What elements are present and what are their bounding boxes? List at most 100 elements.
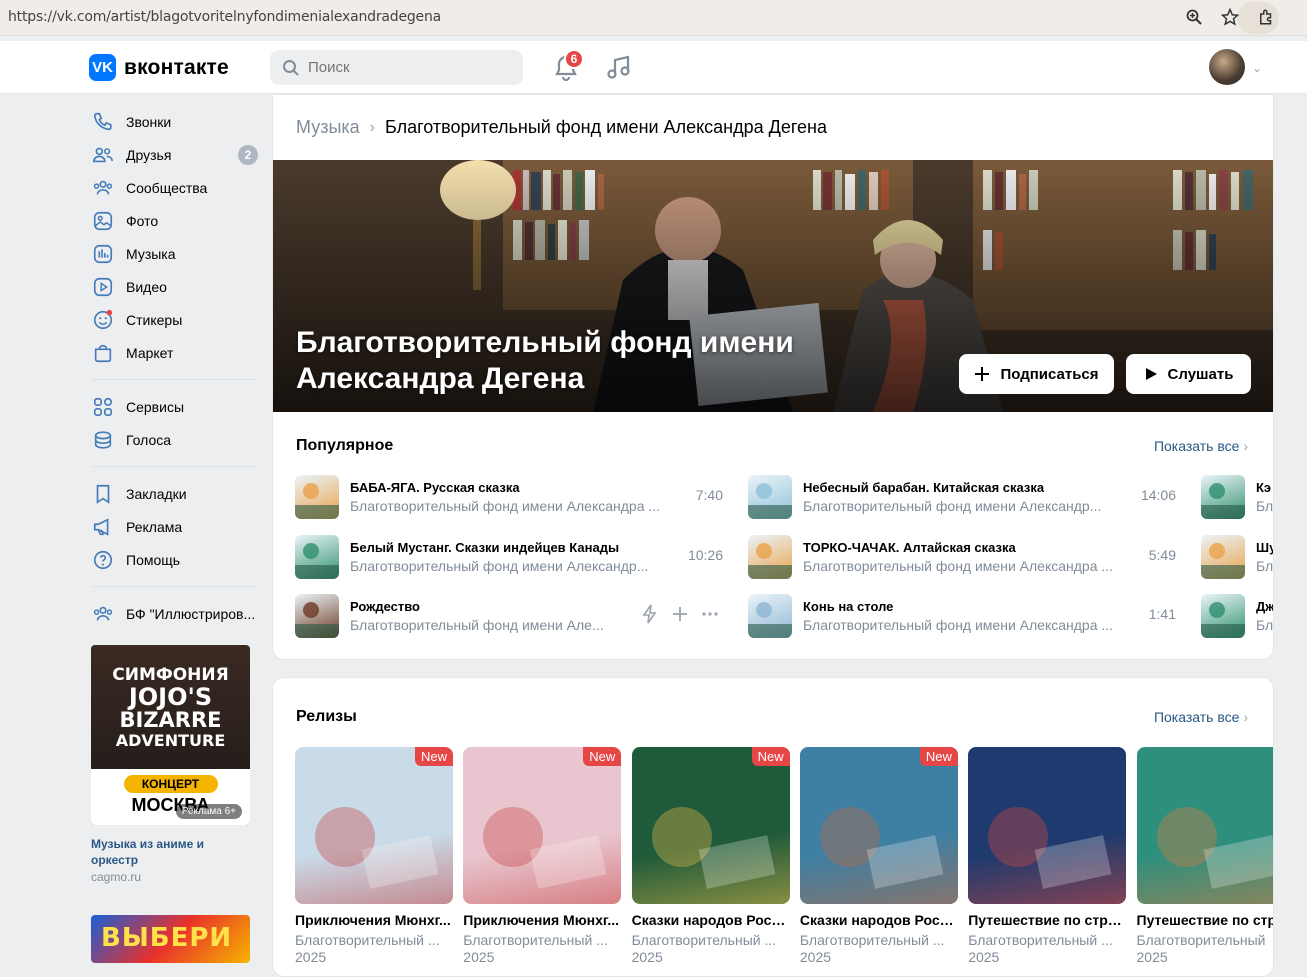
sidebar-item-photo[interactable]: Фото bbox=[88, 204, 260, 237]
release-title[interactable]: Сказки народов Росс... bbox=[800, 912, 958, 928]
track-row[interactable]: Шу Бл bbox=[1201, 533, 1273, 581]
release-artist[interactable]: Благотворительный ... bbox=[295, 932, 453, 948]
track-artist[interactable]: Благотворительный фонд имени Александра … bbox=[803, 617, 1121, 633]
sidebar-item-bookmark[interactable]: Закладки bbox=[88, 477, 260, 510]
track-cover[interactable] bbox=[295, 535, 339, 579]
track-title[interactable]: Рождество bbox=[350, 599, 612, 614]
sidebar-item-services[interactable]: Сервисы bbox=[88, 390, 260, 423]
track-row[interactable]: Дж Бл bbox=[1201, 592, 1273, 640]
sidebar-item-friends[interactable]: Друзья 2 bbox=[88, 138, 260, 171]
track-artist[interactable]: Бл bbox=[1256, 558, 1273, 574]
ad-banner-2[interactable]: ВЫБЕРИ bbox=[91, 915, 250, 963]
release-artist[interactable]: Благотворительный ... bbox=[463, 932, 621, 948]
release-item[interactable]: New Сказки народов Росс... Благотворительн… bbox=[799, 747, 958, 965]
track-title[interactable]: Белый Мустанг. Сказки индейцев Канады bbox=[350, 540, 668, 555]
release-title[interactable]: Приключения Мюнхг... bbox=[463, 912, 621, 928]
search-box[interactable] bbox=[270, 50, 523, 85]
release-cover[interactable]: New bbox=[463, 747, 622, 904]
vk-logo[interactable]: VK вконтакте bbox=[89, 54, 229, 81]
track-artist[interactable]: Благотворительный фонд имени Александра … bbox=[350, 498, 668, 514]
lightning-icon[interactable] bbox=[641, 604, 659, 624]
track-row[interactable]: Небесный барабан. Китайская сказка Благот… bbox=[748, 473, 1176, 521]
more-icon[interactable] bbox=[701, 611, 719, 617]
sidebar-item-group[interactable]: БФ "Иллюстриров... bbox=[88, 597, 260, 630]
user-avatar[interactable] bbox=[1209, 49, 1245, 85]
release-title[interactable]: Путешествие по стр bbox=[1137, 912, 1274, 928]
sidebar-item-help[interactable]: Помощь bbox=[88, 543, 260, 576]
subscribe-button[interactable]: Подписаться bbox=[959, 354, 1114, 394]
release-cover[interactable]: New bbox=[631, 747, 790, 904]
release-item[interactable]: New Сказки народов Росс... Благотворительн… bbox=[631, 747, 790, 965]
release-item[interactable]: Путешествие по стра... Благотворительный … bbox=[968, 747, 1127, 965]
track-cover[interactable] bbox=[748, 475, 792, 519]
extensions-icon[interactable] bbox=[1255, 6, 1277, 28]
release-item[interactable]: Путешествие по стр Благотворительный 2025 bbox=[1136, 747, 1274, 965]
track-row[interactable]: БАБА-ЯГА. Русская сказка Благотворительны… bbox=[295, 473, 723, 521]
release-cover[interactable] bbox=[968, 747, 1127, 904]
release-cover[interactable]: New bbox=[799, 747, 958, 904]
breadcrumb: Музыка › Благотворительный фонд имени Ал… bbox=[296, 117, 827, 138]
sidebar-item-label: Сообщества bbox=[126, 179, 208, 196]
track-title[interactable]: Конь на столе bbox=[803, 599, 1121, 614]
search-input[interactable] bbox=[308, 59, 508, 76]
sidebar-item-music[interactable]: Музыка bbox=[88, 237, 260, 270]
track-cover[interactable] bbox=[295, 475, 339, 519]
track-artist[interactable]: Благотворительный фонд имени Александра … bbox=[803, 558, 1121, 574]
add-icon[interactable] bbox=[671, 605, 689, 623]
sidebar-item-market[interactable]: Маркет bbox=[88, 336, 260, 369]
track-row[interactable]: ТОРКО-ЧАЧАК. Алтайская сказка Благотворит… bbox=[748, 533, 1176, 581]
track-cover[interactable] bbox=[748, 594, 792, 638]
ad-text[interactable]: Музыка из аниме и оркестр bbox=[91, 836, 251, 868]
sidebar-item-phone[interactable]: Звонки bbox=[88, 105, 260, 138]
chevron-down-icon[interactable]: ⌄ bbox=[1252, 61, 1262, 75]
popular-show-all-link[interactable]: Показать все › bbox=[1154, 438, 1248, 454]
track-cover[interactable] bbox=[295, 594, 339, 638]
track-cover[interactable] bbox=[1201, 475, 1245, 519]
track-artist[interactable]: Благотворительный фонд имени Александр..… bbox=[803, 498, 1121, 514]
address-bar[interactable]: https://vk.com/artist/blagotvoritelnyfon… bbox=[8, 9, 441, 25]
sidebar-item-votes[interactable]: Голоса bbox=[88, 423, 260, 456]
release-artist[interactable]: Благотворительный ... bbox=[968, 932, 1126, 948]
track-row[interactable]: Конь на столе Благотворительный фонд имен… bbox=[748, 592, 1176, 640]
release-item[interactable]: New Приключения Мюнхг... Благотворительный… bbox=[463, 747, 622, 965]
sidebar-item-stickers[interactable]: Стикеры bbox=[88, 303, 260, 336]
release-cover[interactable] bbox=[1136, 747, 1273, 904]
release-artist[interactable]: Благотворительный ... bbox=[632, 932, 790, 948]
track-artist[interactable]: Благотворительный фонд имени Але... bbox=[350, 617, 612, 633]
release-title[interactable]: Приключения Мюнхг... bbox=[295, 912, 453, 928]
release-cover[interactable]: New bbox=[295, 747, 453, 904]
ad-url[interactable]: cagmo.ru bbox=[91, 870, 141, 884]
star-bookmark-icon[interactable] bbox=[1219, 6, 1241, 28]
track-artist[interactable]: Бл bbox=[1256, 617, 1273, 633]
track-row[interactable]: Белый Мустанг. Сказки индейцев Канады Бла… bbox=[295, 533, 723, 581]
artist-card: Музыка › Благотворительный фонд имени Ал… bbox=[272, 94, 1274, 660]
track-title[interactable]: БАБА-ЯГА. Русская сказка bbox=[350, 480, 668, 495]
track-title[interactable]: Кэ bbox=[1256, 480, 1273, 495]
track-title[interactable]: Небесный барабан. Китайская сказка bbox=[803, 480, 1121, 495]
breadcrumb-music-link[interactable]: Музыка bbox=[296, 117, 360, 138]
track-row[interactable]: Рождество Благотворительный фонд имени Ал… bbox=[295, 592, 723, 640]
releases-show-all-link[interactable]: Показать все › bbox=[1154, 709, 1248, 725]
listen-button[interactable]: Слушать bbox=[1126, 354, 1251, 394]
sidebar-item-video[interactable]: Видео bbox=[88, 270, 260, 303]
track-title[interactable]: ТОРКО-ЧАЧАК. Алтайская сказка bbox=[803, 540, 1121, 555]
ad-banner-jojo[interactable]: СИМФОНИЯ JOJO'S BIZARRE ADVENTURE КОНЦЕР… bbox=[91, 645, 250, 825]
sidebar-item-label: Закладки bbox=[126, 485, 187, 502]
release-artist[interactable]: Благотворительный bbox=[1137, 932, 1274, 948]
release-title[interactable]: Сказки народов Росс... bbox=[632, 912, 790, 928]
track-cover[interactable] bbox=[748, 535, 792, 579]
track-artist[interactable]: Бл bbox=[1256, 498, 1273, 514]
track-cover[interactable] bbox=[1201, 535, 1245, 579]
track-row[interactable]: Кэ Бл bbox=[1201, 473, 1273, 521]
music-player-icon[interactable] bbox=[606, 54, 632, 87]
zoom-icon[interactable] bbox=[1183, 6, 1205, 28]
sidebar-item-megaphone[interactable]: Реклама bbox=[88, 510, 260, 543]
track-title[interactable]: Шу bbox=[1256, 540, 1273, 555]
release-title[interactable]: Путешествие по стра... bbox=[968, 912, 1126, 928]
release-item[interactable]: New Приключения Мюнхг... Благотворительный… bbox=[295, 747, 453, 965]
sidebar-item-communities[interactable]: Сообщества bbox=[88, 171, 260, 204]
track-cover[interactable] bbox=[1201, 594, 1245, 638]
track-title[interactable]: Дж bbox=[1256, 599, 1273, 614]
track-artist[interactable]: Благотворительный фонд имени Александр..… bbox=[350, 558, 668, 574]
release-artist[interactable]: Благотворительный ... bbox=[800, 932, 958, 948]
